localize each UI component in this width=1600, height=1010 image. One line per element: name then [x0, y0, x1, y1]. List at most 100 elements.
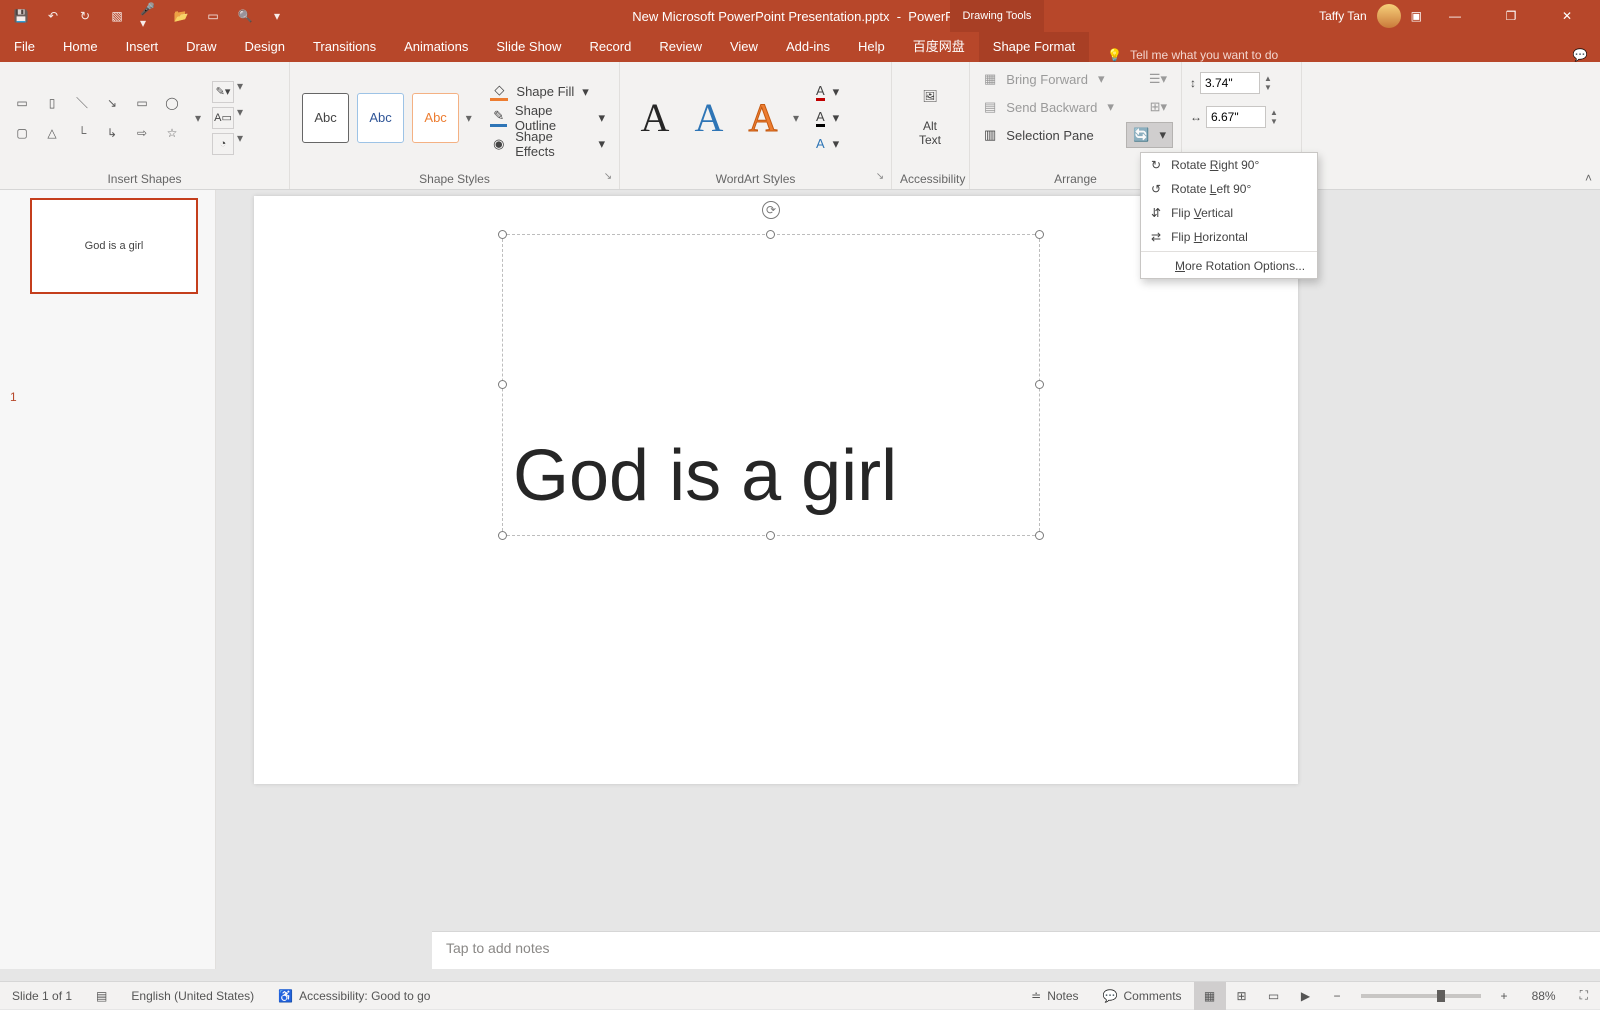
handle-n[interactable] — [766, 230, 775, 239]
preview-icon[interactable]: 🔍 — [236, 7, 254, 25]
zoom-out-button[interactable]: − — [1322, 989, 1353, 1003]
zoom-in-button[interactable]: + — [1489, 989, 1520, 1003]
shape-style-2[interactable]: Abc — [357, 93, 404, 143]
rotate-button[interactable]: 🔄▾ — [1126, 122, 1173, 148]
height-down[interactable]: ▼ — [1264, 83, 1278, 92]
handle-e[interactable] — [1035, 380, 1044, 389]
tab-draw[interactable]: Draw — [172, 32, 230, 62]
view-sorter-button[interactable]: ⊞ — [1226, 982, 1258, 1010]
shape-triangle-icon[interactable]: △ — [38, 119, 66, 147]
status-spellcheck-icon[interactable]: ▤ — [84, 989, 119, 1003]
shape-star-icon[interactable]: ☆ — [158, 119, 186, 147]
user-name[interactable]: Taffy Tan — [1319, 9, 1367, 23]
rotate-right-90[interactable]: ↻Rotate Right 90° — [1141, 153, 1317, 177]
draw-textbox-button[interactable]: A▭ — [212, 107, 234, 129]
zoom-slider[interactable] — [1361, 994, 1481, 998]
width-down[interactable]: ▼ — [1270, 117, 1284, 126]
wordart-launcher[interactable]: ↘ — [873, 171, 887, 185]
tell-me-search[interactable]: 💡 Tell me what you want to do — [1107, 48, 1278, 62]
tab-animations[interactable]: Animations — [390, 32, 482, 62]
shape-vtextbox-icon[interactable]: ▯ — [38, 89, 66, 117]
close-button[interactable]: ✕ — [1544, 0, 1590, 32]
edit-shape-button[interactable]: ✎▾ — [212, 81, 234, 103]
status-comments-button[interactable]: 💬Comments — [1091, 989, 1194, 1003]
qat-more-icon[interactable]: ▾ — [268, 7, 286, 25]
flip-horizontal[interactable]: ⇄Flip Horizontal — [1141, 225, 1317, 249]
handle-ne[interactable] — [1035, 230, 1044, 239]
ribbon-display-icon[interactable]: ▣ — [1411, 9, 1422, 23]
handle-nw[interactable] — [498, 230, 507, 239]
shape-style-1[interactable]: Abc — [302, 93, 349, 143]
shape-fill-button[interactable]: ◇Shape Fill ▾ — [484, 79, 611, 105]
tab-slideshow[interactable]: Slide Show — [482, 32, 575, 62]
shape-lconnector2-icon[interactable]: ↳ — [98, 119, 126, 147]
text-outline-button[interactable]: A ▾ — [810, 105, 845, 131]
shape-outline-button[interactable]: ✎Shape Outline ▾ — [484, 105, 611, 131]
shape-oval-icon[interactable]: ◯ — [158, 89, 186, 117]
send-backward-button[interactable]: ▤Send Backward ▾ — [978, 94, 1120, 120]
textbox-content[interactable]: God is a girl — [503, 235, 1039, 517]
open-icon[interactable]: 📂 — [172, 7, 190, 25]
share-button[interactable]: 💬 — [1560, 48, 1600, 62]
shape-width-input[interactable] — [1206, 106, 1266, 128]
view-reading-button[interactable]: ▭ — [1258, 982, 1290, 1010]
shape-gallery[interactable]: ▭ ▯ ＼ ↘ ▭ ◯ ▢ △ └ ↳ ⇨ ☆ — [8, 89, 186, 147]
status-notes-button[interactable]: ≐Notes — [1019, 989, 1090, 1003]
merge-shapes-button[interactable]: ◔ — [212, 133, 234, 155]
alt-text-button[interactable]: 🖼 Alt Text — [900, 89, 960, 147]
handle-s[interactable] — [766, 531, 775, 540]
status-slide[interactable]: Slide 1 of 1 — [0, 989, 84, 1003]
shape-roundrect-icon[interactable]: ▢ — [8, 119, 36, 147]
height-up[interactable]: ▲ — [1264, 74, 1278, 83]
selection-pane-button[interactable]: ▥Selection Pane — [978, 122, 1100, 148]
more-rotation-options[interactable]: More Rotation Options... — [1141, 254, 1317, 278]
present-icon[interactable]: ▧ — [108, 7, 126, 25]
slide-canvas[interactable]: ⟳ God is a girl — [254, 196, 1298, 784]
align-button[interactable]: ☰▾ — [1143, 66, 1173, 92]
tab-review[interactable]: Review — [645, 32, 716, 62]
shape-lconnector-icon[interactable]: └ — [68, 119, 96, 147]
tab-transitions[interactable]: Transitions — [299, 32, 390, 62]
view-normal-button[interactable]: ▦ — [1194, 982, 1226, 1010]
new-icon[interactable]: ▭ — [204, 7, 222, 25]
wordart-more[interactable]: ▾ — [790, 111, 802, 125]
shape-textbox-icon[interactable]: ▭ — [8, 89, 36, 117]
notes-pane[interactable]: Tap to add notes — [432, 931, 1600, 969]
undo-icon[interactable]: ↶ — [44, 7, 62, 25]
tab-design[interactable]: Design — [231, 32, 299, 62]
tab-file[interactable]: File — [0, 32, 49, 62]
zoom-knob[interactable] — [1437, 990, 1445, 1002]
shape-styles-launcher[interactable]: ↘ — [601, 171, 615, 185]
shape-arrow-icon[interactable]: ⇨ — [128, 119, 156, 147]
wordart-style-1[interactable]: A — [628, 91, 682, 145]
shape-height-input[interactable] — [1200, 72, 1260, 94]
shape-arrowline-icon[interactable]: ↘ — [98, 89, 126, 117]
handle-se[interactable] — [1035, 531, 1044, 540]
slide-thumbnail-1[interactable]: God is a girl — [30, 198, 198, 294]
zoom-level[interactable]: 88% — [1520, 989, 1568, 1003]
text-fill-button[interactable]: A ▾ — [810, 79, 845, 105]
text-effects-button[interactable]: A ▾ — [810, 131, 845, 157]
tab-view[interactable]: View — [716, 32, 772, 62]
tab-addins[interactable]: Add-ins — [772, 32, 844, 62]
shape-style-more[interactable]: ▾ — [463, 111, 474, 125]
rotation-handle[interactable]: ⟳ — [762, 201, 780, 219]
selected-textbox[interactable]: ⟳ God is a girl — [502, 234, 1040, 536]
save-icon[interactable]: 💾 — [12, 7, 30, 25]
wordart-style-3[interactable]: A — [736, 91, 790, 145]
shape-style-3[interactable]: Abc — [412, 93, 459, 143]
tab-insert[interactable]: Insert — [112, 32, 173, 62]
width-up[interactable]: ▲ — [1270, 108, 1284, 117]
wordart-style-2[interactable]: A — [682, 91, 736, 145]
mic-icon[interactable]: 🎤▾ — [140, 7, 158, 25]
status-accessibility[interactable]: ♿Accessibility: Good to go — [266, 989, 442, 1003]
group-button[interactable]: ⊞▾ — [1144, 94, 1173, 120]
handle-sw[interactable] — [498, 531, 507, 540]
minimize-button[interactable]: — — [1432, 0, 1478, 32]
handle-w[interactable] — [498, 380, 507, 389]
tab-home[interactable]: Home — [49, 32, 112, 62]
shape-line-icon[interactable]: ＼ — [68, 89, 96, 117]
rotate-left-90[interactable]: ↺Rotate Left 90° — [1141, 177, 1317, 201]
flip-vertical[interactable]: ⇵Flip Vertical — [1141, 201, 1317, 225]
restore-button[interactable]: ❐ — [1488, 0, 1534, 32]
